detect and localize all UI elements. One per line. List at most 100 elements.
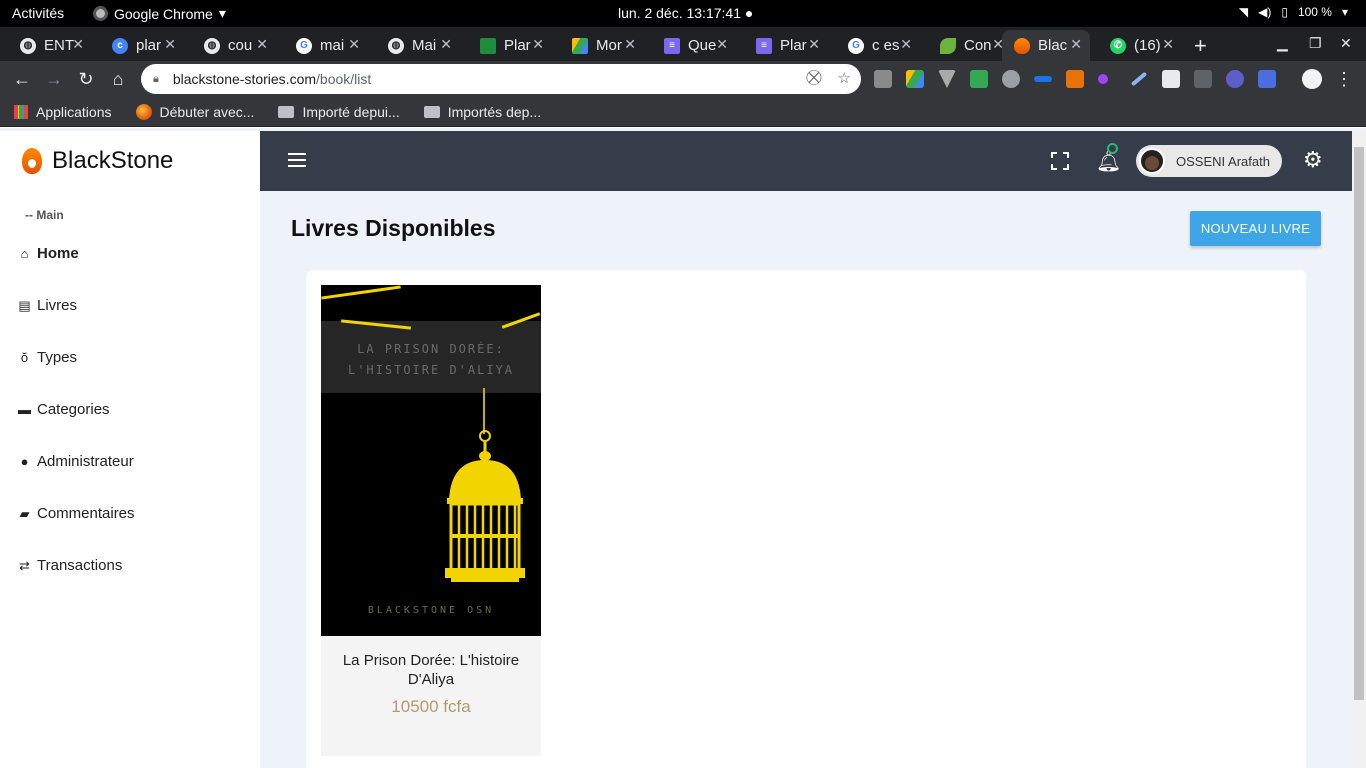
new-book-button[interactable]: NOUVEAU LIVRE <box>1190 211 1321 246</box>
app-menu-label: Google Chrome <box>114 5 213 22</box>
browser-tab[interactable]: G c es ✕ <box>828 30 920 61</box>
bookmark-star-icon[interactable]: ☆ <box>838 69 851 87</box>
note-extension-icon[interactable] <box>1162 70 1180 88</box>
browser-tab[interactable]: c plar ✕ <box>92 30 184 61</box>
folder-icon <box>423 105 440 118</box>
book-cover-image[interactable]: LA PRISON DORÉE: L'HISTOIRE D'ALIYA BLAC… <box>321 285 541 636</box>
pen-extension-icon[interactable] <box>1130 71 1148 87</box>
firefox-icon <box>135 103 152 120</box>
browser-tab[interactable]: ◍ Mai ✕ <box>368 30 460 61</box>
new-tab-button[interactable]: + <box>1194 33 1207 59</box>
browser-tab-active[interactable]: Blac ✕ <box>1002 30 1090 61</box>
notification-bell-icon[interactable]: 🔔︎ <box>1096 143 1121 174</box>
apps-grid-icon <box>14 104 28 119</box>
home-icon[interactable]: ⌂ <box>106 67 130 91</box>
bookmark-label: Applications <box>36 103 112 120</box>
close-icon[interactable]: ✕ <box>440 36 452 53</box>
sidebar-item-label: Administrateur <box>37 453 134 470</box>
activities-button[interactable]: Activités <box>12 5 64 21</box>
reload-icon[interactable]: ↻ <box>74 67 98 91</box>
home-icon: ⌂ <box>20 246 29 261</box>
extension-icon[interactable] <box>1258 70 1276 88</box>
user-menu[interactable]: OSSENI Arafath <box>1136 145 1282 177</box>
globe-icon: ◍ <box>388 37 404 54</box>
sidebar-item-label: Transactions <box>37 557 123 574</box>
bookmark-folder-2[interactable]: Importés dep... <box>423 103 542 120</box>
sidebar-item-types[interactable]: ŏ Types <box>18 349 77 366</box>
address-bar[interactable]: 🔒︎ blackstone-stories.com /book/list ⛒ ☆ <box>141 64 861 94</box>
close-icon[interactable]: ✕ <box>72 36 84 53</box>
app-menu[interactable]: Google Chrome ▾ <box>93 5 226 22</box>
blocked-popup-icon[interactable]: ⛒ <box>806 69 821 87</box>
wave-extension-icon[interactable] <box>1034 76 1052 82</box>
browser-tab[interactable]: ✆ (16) ✕ <box>1090 30 1182 61</box>
bulb-extension-icon[interactable] <box>1002 70 1020 88</box>
close-icon[interactable]: ✕ <box>348 36 360 53</box>
sidebar-item-categories[interactable]: ▬ Categories <box>18 401 110 418</box>
extension-icon[interactable] <box>874 70 892 88</box>
system-tray[interactable]: ◥ ◀) ▯ 100 % ▾ <box>1239 5 1348 19</box>
profile-avatar[interactable] <box>1302 69 1322 89</box>
close-icon[interactable]: ✕ <box>900 36 912 53</box>
sidebar-item-home[interactable]: ⌂ Home <box>18 245 79 262</box>
bookmark-label: Importé depui... <box>302 103 400 120</box>
page-scrollbar[interactable] <box>1352 131 1366 768</box>
fullscreen-icon[interactable] <box>1051 152 1069 170</box>
browser-tab[interactable]: ◍ ENT ✕ <box>0 30 92 61</box>
close-icon[interactable]: ✕ <box>808 36 820 53</box>
sidebar-item-transactions[interactable]: ⇄ Transactions <box>18 557 122 574</box>
close-icon[interactable]: ✕ <box>624 36 636 53</box>
bookmark-debuter[interactable]: Débuter avec... <box>135 103 254 120</box>
forward-icon[interactable]: → <box>42 67 66 91</box>
brand-logo[interactable]: BlackStone <box>22 147 173 175</box>
back-icon[interactable]: ← <box>10 67 34 91</box>
bookmark-folder-1[interactable]: Importé depui... <box>278 103 400 120</box>
close-icon[interactable]: ✕ <box>716 36 728 53</box>
book-title[interactable]: La Prison Dorée: L'histoire D'Aliya <box>321 651 541 689</box>
gear-icon[interactable]: ⚙ <box>1303 147 1323 173</box>
close-icon[interactable]: ✕ <box>532 36 544 53</box>
vimeo-extension-icon[interactable] <box>938 70 956 88</box>
sidebar-item-administrateur[interactable]: ● Administrateur <box>18 453 134 470</box>
browser-toolbar: ← → ↻ ⌂ 🔒︎ blackstone-stories.com /book/… <box>0 61 1366 97</box>
globe-icon: ◍ <box>204 37 220 54</box>
green-doc-icon <box>480 37 496 54</box>
browser-tab[interactable]: Con ✕ <box>920 30 1012 61</box>
sidebar-item-label: Commentaires <box>37 505 135 522</box>
close-icon[interactable]: ✕ <box>1162 36 1174 53</box>
extension-icon[interactable] <box>1098 74 1108 84</box>
browser-tab[interactable]: Plar ✕ <box>460 30 552 61</box>
clock[interactable]: lun. 2 déc. 13:17:41 ● <box>618 5 753 21</box>
browser-tab[interactable]: G mai ✕ <box>276 30 368 61</box>
hamburger-menu-icon[interactable] <box>288 153 306 167</box>
menu-kebab-icon[interactable]: ⋮ <box>1332 67 1356 91</box>
drive-extension-icon[interactable] <box>906 70 924 88</box>
sidebar-item-livres[interactable]: ▤ Livres <box>18 297 77 314</box>
close-icon[interactable]: ✕ <box>164 36 176 53</box>
browser-tab[interactable]: ≡ Plar ✕ <box>736 30 828 61</box>
office-extension-icon[interactable] <box>1066 70 1084 88</box>
sidebar-item-commentaires[interactable]: ▰ Commentaires <box>18 505 135 522</box>
scrollbar-thumb[interactable] <box>1354 147 1364 700</box>
close-icon[interactable]: ✕ <box>1070 36 1082 53</box>
bookmark-label: Importés dep... <box>447 103 542 120</box>
bookmarks-bar: Applications Débuter avec... Importé dep… <box>0 97 1366 127</box>
browser-tab[interactable]: Mor ✕ <box>552 30 644 61</box>
comment-icon: ▰ <box>19 505 30 521</box>
extension-icon[interactable] <box>1226 70 1244 88</box>
extension-icon[interactable] <box>1194 70 1212 88</box>
brand-name: BlackStone <box>52 147 174 174</box>
minimize-icon[interactable]: ▁ <box>1277 35 1288 52</box>
maximize-icon[interactable]: ❐ <box>1309 35 1322 52</box>
browser-tab[interactable]: ≡ Que ✕ <box>644 30 736 61</box>
browser-tab[interactable]: ◍ cou ✕ <box>184 30 276 61</box>
notification-dot <box>1107 143 1118 154</box>
url-host: blackstone-stories.com <box>172 71 317 87</box>
book-card[interactable]: LA PRISON DORÉE: L'HISTOIRE D'ALIYA BLAC… <box>321 285 541 756</box>
close-window-icon[interactable]: ✕ <box>1340 35 1352 52</box>
drive-icon <box>572 37 588 54</box>
chrome-icon <box>93 6 108 21</box>
bookmark-applications[interactable]: Applications <box>14 104 112 120</box>
close-icon[interactable]: ✕ <box>256 36 268 53</box>
download-extension-icon[interactable] <box>970 70 988 88</box>
